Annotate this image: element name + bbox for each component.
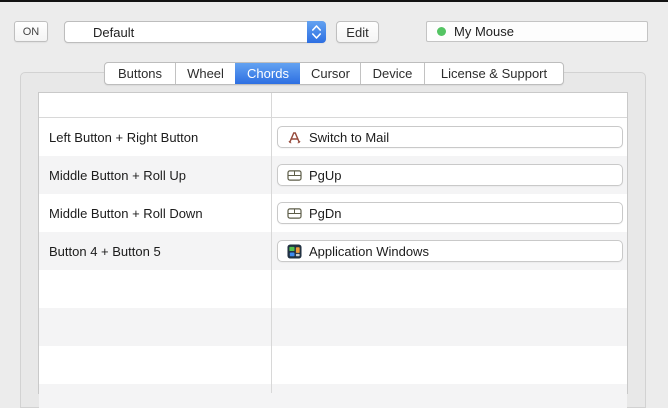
column-divider <box>271 93 272 393</box>
table-row-empty <box>39 384 627 408</box>
table-row-empty <box>39 308 627 346</box>
chord-action-button[interactable]: PgUp <box>277 164 623 186</box>
chord-action-label: Switch to Mail <box>309 129 390 145</box>
device-status-dot <box>437 27 446 36</box>
chords-table: Left Button + Right Button Switch to Mai… <box>38 92 628 408</box>
chord-action-label: Application Windows <box>309 243 429 259</box>
tab-wheel[interactable]: Wheel <box>175 63 235 84</box>
table-row: Middle Button + Roll Up PgUp <box>39 156 627 194</box>
table-row: Left Button + Right Button Switch to Mai… <box>39 118 627 156</box>
app-switch-icon <box>286 129 302 145</box>
keyboard-icon <box>286 167 302 183</box>
chord-label: Middle Button + Roll Down <box>49 205 203 221</box>
table-row-empty <box>39 346 627 384</box>
table-row: Middle Button + Roll Down PgDn <box>39 194 627 232</box>
chord-label: Button 4 + Button 5 <box>49 243 161 259</box>
on-button[interactable]: ON <box>14 21 48 42</box>
chord-action-label: PgUp <box>309 167 342 183</box>
edit-button[interactable]: Edit <box>336 21 379 43</box>
screen-top-edge <box>0 0 668 2</box>
chord-label: Left Button + Right Button <box>49 129 199 145</box>
table-header-row <box>39 93 627 118</box>
chord-action-button[interactable]: Application Windows <box>277 240 623 262</box>
chord-action-button[interactable]: Switch to Mail <box>277 126 623 148</box>
preset-popup[interactable]: Default <box>64 21 326 43</box>
keyboard-icon <box>286 205 302 221</box>
device-name-label: My Mouse <box>454 24 514 39</box>
chord-action-button[interactable]: PgDn <box>277 202 623 224</box>
tab-license-support[interactable]: License & Support <box>424 63 563 84</box>
device-selector[interactable]: My Mouse <box>426 21 648 42</box>
chord-label: Middle Button + Roll Up <box>49 167 186 183</box>
preset-popup-value: Default <box>93 24 135 40</box>
settings-tab-bar: Buttons Wheel Chords Cursor Device Licen… <box>104 62 564 85</box>
tab-chords[interactable]: Chords <box>235 63 300 84</box>
tab-buttons[interactable]: Buttons <box>105 63 175 84</box>
popup-stepper-icon <box>307 21 326 43</box>
chord-action-label: PgDn <box>309 205 342 221</box>
tab-cursor[interactable]: Cursor <box>300 63 360 84</box>
tab-device[interactable]: Device <box>360 63 424 84</box>
table-row: Button 4 + Button 5 Application Windows <box>39 232 627 270</box>
table-row-empty <box>39 270 627 308</box>
app-window: ON Default Edit My Mouse Buttons Wheel C… <box>0 0 668 408</box>
application-windows-icon <box>286 243 302 259</box>
